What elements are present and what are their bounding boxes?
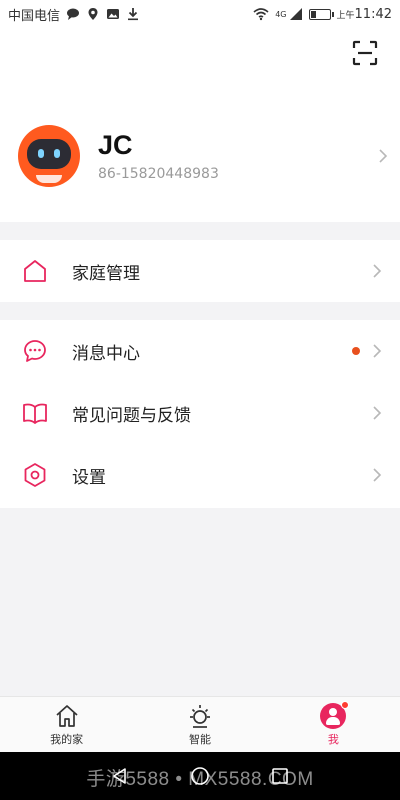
image-icon xyxy=(107,9,120,19)
profile-info: JC 86-15820448983 xyxy=(98,130,378,182)
tab-my-home[interactable]: 我的家 xyxy=(0,697,133,752)
tab-label: 我 xyxy=(327,732,339,746)
sun-icon xyxy=(189,704,210,728)
menu-item-label: 设置 xyxy=(72,467,106,488)
chevron-right-icon xyxy=(373,264,382,278)
book-icon xyxy=(23,403,47,424)
time-prefix: 上午 xyxy=(336,10,355,21)
status-right: 4G 上午11:42 xyxy=(253,7,392,22)
menu-item-label: 常见问题与反馈 xyxy=(72,405,191,426)
time: 11:42 xyxy=(354,6,392,22)
scan-icon[interactable] xyxy=(352,40,378,66)
menu-item-label: 消息中心 xyxy=(72,343,140,364)
home-icon xyxy=(24,260,46,282)
home-icon xyxy=(56,704,78,727)
tab-me[interactable]: 我 xyxy=(267,697,400,752)
clock: 上午11:42 xyxy=(337,7,392,22)
settings-list-card: 消息中心 常见问题与反馈 设置 xyxy=(0,320,400,508)
chevron-right-icon xyxy=(373,468,382,482)
profile-name: JC xyxy=(98,130,133,160)
chevron-right-icon xyxy=(373,406,382,420)
profile-row[interactable]: JC 86-15820448983 xyxy=(18,124,388,188)
message-bubble-icon xyxy=(67,8,80,20)
user-icon xyxy=(320,700,350,729)
unread-dot xyxy=(352,347,360,355)
wifi-icon xyxy=(253,8,269,21)
bottom-tab-bar: 我的家 智能 我 xyxy=(0,696,400,752)
chevron-right-icon xyxy=(373,344,382,358)
robot-face-icon xyxy=(27,139,71,169)
hexagon-settings-icon xyxy=(24,463,46,487)
chat-bubble-icon xyxy=(24,340,46,362)
chevron-right-icon xyxy=(379,149,388,163)
family-card: 家庭管理 xyxy=(0,240,400,302)
tab-label: 我的家 xyxy=(50,732,84,746)
menu-item-faq[interactable]: 常见问题与反馈 xyxy=(0,382,400,444)
notification-badge xyxy=(341,700,350,709)
status-left: 中国电信 xyxy=(8,5,140,24)
network-type: 4G xyxy=(275,9,287,19)
battery-icon xyxy=(308,8,334,20)
profile-phone: 86-15820448983 xyxy=(98,166,219,182)
menu-item-label: 家庭管理 xyxy=(72,263,140,284)
avatar[interactable] xyxy=(18,125,80,187)
download-icon xyxy=(128,8,139,21)
menu-item-family[interactable]: 家庭管理 xyxy=(0,240,400,302)
tab-smart[interactable]: 智能 xyxy=(133,697,266,752)
carrier-label: 中国电信 xyxy=(8,8,61,24)
menu-item-messages[interactable]: 消息中心 xyxy=(0,320,400,382)
status-bar: 中国电信 4G 上午11:42 xyxy=(0,0,400,28)
signal-icon xyxy=(289,8,302,20)
profile-header: JC 86-15820448983 xyxy=(0,28,400,222)
watermark: 手游5588 • MX5588.COM xyxy=(86,769,314,790)
tab-label: 智能 xyxy=(188,732,211,746)
menu-item-settings[interactable]: 设置 xyxy=(0,444,400,506)
location-icon xyxy=(88,8,98,20)
